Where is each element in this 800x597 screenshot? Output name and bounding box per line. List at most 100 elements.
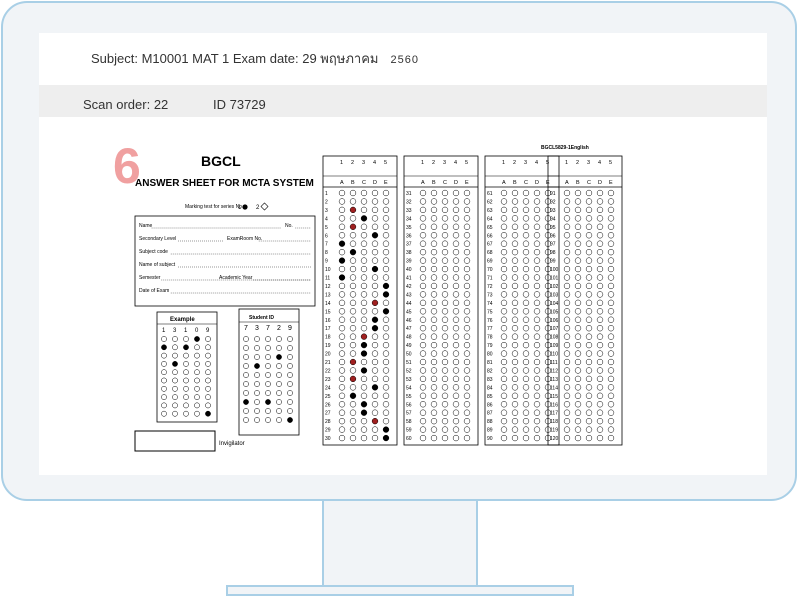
answer-bubble [441,350,449,357]
question-number: 55 [406,394,412,400]
answer-bubble [452,426,460,433]
form-field-label: Name of subject [139,262,176,268]
answer-bubble [596,206,604,214]
answer-bubble [574,350,582,357]
answer-bubble [574,358,582,366]
example-digit: 1 [184,328,188,334]
answer-bubble [585,325,593,332]
answer-bubble [441,249,449,256]
answer-bubble [574,409,582,416]
choice-number: 5 [546,160,549,166]
question-number: 62 [487,199,493,205]
student-id-bubble [287,399,293,405]
answer-bubble [522,223,530,230]
example-digit: 9 [206,328,210,334]
answer-bubble [574,426,582,433]
answer-bubble [338,274,346,281]
answer-bubble [596,232,604,239]
answer-bubble [349,426,357,433]
choice-number: 2 [351,160,354,166]
answer-bubble [585,401,593,408]
question-number: 80 [487,352,493,358]
answer-bubble [441,316,449,323]
answer-bubble [419,367,427,374]
student-id-bubble [287,336,293,342]
question-number: 37 [406,242,412,248]
answer-bubble [419,434,427,442]
answer-bubble [574,215,582,222]
example-bubble [172,352,178,359]
answer-bubble [511,316,519,323]
answer-bubble [419,206,427,214]
student-id-bubble [243,354,249,360]
answer-bubble [371,350,379,357]
answer-bubble [452,291,460,298]
answer-bubble [563,215,571,222]
example-bubble [205,336,211,342]
answer-bubble [349,418,357,425]
choice-letter: E [465,180,469,186]
answer-bubble [463,375,471,383]
answer-bubble [382,426,390,433]
question-number: 111 [550,360,558,366]
monitor-base [226,585,574,596]
student-id-bubble [243,381,249,387]
answer-bubble [585,299,593,307]
question-number: 106 [550,318,559,324]
student-id-bubble [243,372,249,378]
student-id-bubble [254,399,260,405]
answer-bubble [533,392,541,399]
question-number: 68 [487,250,493,256]
answer-bubble [349,198,357,205]
answer-bubble [511,358,519,366]
question-number: 5 [325,225,328,231]
example-bubble [161,402,167,409]
answer-bubble [452,232,460,239]
answer-bubble [500,206,508,214]
answer-bubble [441,274,449,281]
answer-bubble [563,282,571,290]
answer-bubble [430,358,438,366]
answer-bubble [463,367,471,374]
answer-bubble [511,291,519,298]
question-number: 16 [325,318,331,324]
answer-bubble [441,358,449,366]
answer-bubble [596,434,604,442]
answer-bubble [430,316,438,323]
form-field-label: Name [139,223,153,229]
question-number: 28 [325,419,331,425]
answer-bubble [522,308,530,315]
answer-bubble [511,198,519,205]
choice-letter: D [373,180,377,186]
question-number: 93 [550,208,556,214]
answer-bubble [511,392,519,399]
answer-bubble [349,434,357,442]
answer-bubble [382,308,390,315]
invigilator-label: Invigilator [219,441,245,447]
answer-bubble [533,409,541,416]
choice-number: 5 [384,160,387,166]
answer-bubble [596,189,604,197]
answer-bubble [430,341,438,349]
example-bubble [205,394,211,400]
answer-bubble [360,198,368,205]
answer-bubble [419,418,427,425]
example-bubble [183,377,189,384]
question-number: 75 [487,309,493,315]
answer-bubble [371,384,379,391]
answer-bubble [563,206,571,214]
answer-bubble [585,215,593,222]
answer-bubble [607,291,615,298]
question-number: 25 [325,394,331,400]
answer-bubble [371,333,379,340]
answer-bubble [522,249,530,256]
answer-bubble [596,282,604,290]
question-number: 46 [406,318,412,324]
answer-bubble [500,333,508,340]
answer-bubble [596,375,604,383]
answer-bubble [574,299,582,307]
answer-bubble [596,418,604,425]
answer-bubble [349,316,357,323]
answer-bubble [382,265,390,273]
answer-bubble [522,367,530,374]
